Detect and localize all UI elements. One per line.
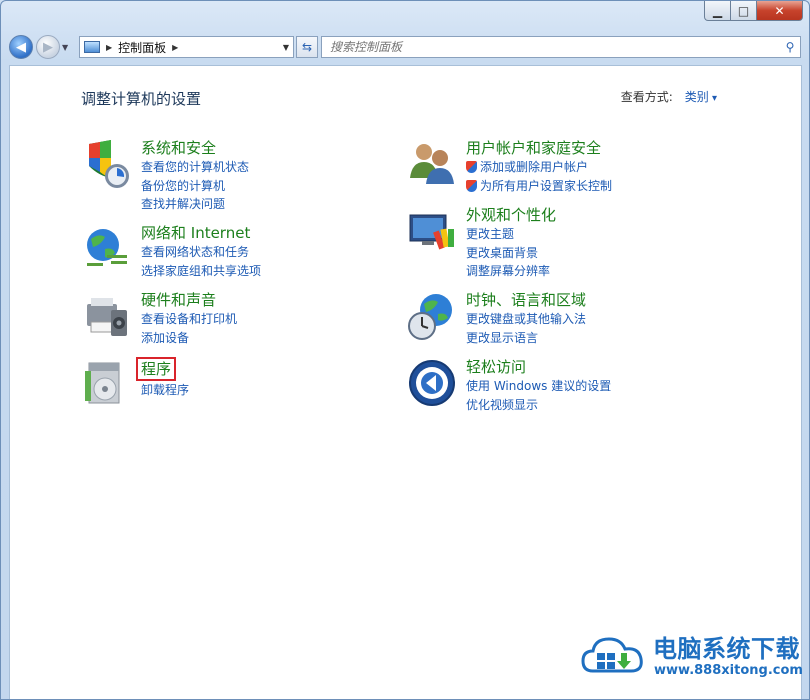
view-by-label: 查看方式: xyxy=(620,90,673,104)
breadcrumb-arrow-icon[interactable]: ▶ xyxy=(106,43,112,52)
link-change-theme[interactable]: 更改主题 xyxy=(466,225,556,244)
minimize-button[interactable]: ▁ xyxy=(704,1,731,21)
link-keyboard-input[interactable]: 更改键盘或其他输入法 xyxy=(466,310,586,329)
category-title[interactable]: 轻松访问 xyxy=(466,357,526,377)
ease-of-access-icon[interactable] xyxy=(406,357,458,409)
link-screen-resolution[interactable]: 调整屏幕分辨率 xyxy=(466,262,556,281)
arrow-left-icon: ◀ xyxy=(16,39,26,55)
system-security-icon[interactable] xyxy=(81,138,133,190)
close-button[interactable]: ✕ xyxy=(757,1,803,21)
link-backup-computer[interactable]: 备份您的计算机 xyxy=(141,177,249,196)
link-recommended-settings[interactable]: 使用 Windows 建议的设置 xyxy=(466,377,611,396)
watermark-cloud-logo xyxy=(581,633,645,675)
address-bar[interactable]: ▶ 控制面板 ▶ ▼ xyxy=(79,36,294,58)
link-label[interactable]: 为所有用户设置家长控制 xyxy=(480,177,612,196)
link-network-status[interactable]: 查看网络状态和任务 xyxy=(141,243,261,262)
watermark-url: www.888xitong.com xyxy=(654,663,803,678)
address-dropdown-icon[interactable]: ▼ xyxy=(283,43,289,52)
category-title[interactable]: 时钟、语言和区域 xyxy=(466,290,586,310)
back-button[interactable]: ◀ xyxy=(9,35,33,59)
control-panel-icon xyxy=(84,41,100,53)
caption-buttons: ▁ □ ✕ xyxy=(704,1,803,21)
content-pane: 调整计算机的设置 查看方式: 类别 系统和安全 xyxy=(9,65,802,699)
uac-shield-icon xyxy=(466,161,477,174)
breadcrumb-control-panel[interactable]: 控制面板 xyxy=(118,39,166,56)
category-ease-of-access: 轻松访问 使用 Windows 建议的设置 优化视频显示 xyxy=(406,357,611,414)
search-box[interactable]: ⚲ xyxy=(321,36,801,58)
link-troubleshoot[interactable]: 查找并解决问题 xyxy=(141,195,249,214)
appearance-icon[interactable] xyxy=(406,205,458,257)
navigation-bar: ◀ ▶ ▼ ▶ 控制面板 ▶ ▼ ⇆ ⚲ xyxy=(9,31,801,63)
programs-icon[interactable] xyxy=(81,357,133,409)
maximize-button[interactable]: □ xyxy=(731,1,757,21)
category-programs: 程序 卸载程序 xyxy=(81,357,189,409)
arrow-right-icon: ▶ xyxy=(43,39,53,55)
link-parental-controls[interactable]: 为所有用户设置家长控制 xyxy=(466,177,612,196)
link-uninstall-program[interactable]: 卸载程序 xyxy=(141,381,189,400)
clock-region-icon[interactable] xyxy=(406,290,458,342)
category-title[interactable]: 网络和 Internet xyxy=(141,223,250,243)
category-system-security: 系统和安全 查看您的计算机状态 备份您的计算机 查找并解决问题 xyxy=(81,138,249,214)
category-hardware-sound: 硬件和声音 查看设备和打印机 添加设备 xyxy=(81,290,237,347)
category-title[interactable]: 用户帐户和家庭安全 xyxy=(466,138,601,158)
hardware-sound-icon[interactable] xyxy=(81,290,133,342)
link-label[interactable]: 添加或删除用户帐户 xyxy=(480,158,588,177)
category-title[interactable]: 外观和个性化 xyxy=(466,205,556,225)
link-add-remove-users[interactable]: 添加或删除用户帐户 xyxy=(466,158,612,177)
refresh-icon: ⇆ xyxy=(301,40,313,54)
recent-pages-dropdown[interactable]: ▼ xyxy=(62,43,68,52)
uac-shield-icon xyxy=(466,179,477,192)
breadcrumb-arrow-icon[interactable]: ▶ xyxy=(172,43,178,52)
search-icon[interactable]: ⚲ xyxy=(780,40,800,54)
link-display-language[interactable]: 更改显示语言 xyxy=(466,329,586,348)
category-user-accounts: 用户帐户和家庭安全 添加或删除用户帐户 为所有用户设置家长控制 xyxy=(406,138,612,195)
link-homegroup-sharing[interactable]: 选择家庭组和共享选项 xyxy=(141,262,261,281)
forward-button[interactable]: ▶ xyxy=(36,35,60,59)
control-panel-window: ▁ □ ✕ ◀ ▶ ▼ ▶ 控制面板 ▶ ▼ ⇆ ⚲ 调整计算机的设置 查看方式… xyxy=(0,0,810,700)
refresh-button[interactable]: ⇆ xyxy=(296,36,318,58)
category-appearance: 外观和个性化 更改主题 更改桌面背景 调整屏幕分辨率 xyxy=(406,205,556,281)
link-view-computer-status[interactable]: 查看您的计算机状态 xyxy=(141,158,249,177)
watermark-title: 电脑系统下载 xyxy=(653,635,800,663)
category-clock-region: 时钟、语言和区域 更改键盘或其他输入法 更改显示语言 xyxy=(406,290,586,347)
category-title[interactable]: 硬件和声音 xyxy=(141,290,216,310)
search-input[interactable] xyxy=(328,39,780,55)
category-network-internet: 网络和 Internet 查看网络状态和任务 选择家庭组和共享选项 xyxy=(81,223,261,280)
view-by-dropdown[interactable]: 类别 xyxy=(685,88,717,105)
user-accounts-icon[interactable] xyxy=(406,138,458,190)
link-optimize-display[interactable]: 优化视频显示 xyxy=(466,396,611,415)
page-title: 调整计算机的设置 xyxy=(81,90,202,108)
view-by: 查看方式: 类别 xyxy=(621,88,717,105)
category-title-highlighted[interactable]: 程序 xyxy=(136,357,177,381)
link-add-device[interactable]: 添加设备 xyxy=(141,329,237,348)
link-devices-printers[interactable]: 查看设备和打印机 xyxy=(141,310,237,329)
network-icon[interactable] xyxy=(81,223,133,275)
category-title[interactable]: 系统和安全 xyxy=(141,138,216,158)
link-desktop-background[interactable]: 更改桌面背景 xyxy=(466,244,556,263)
